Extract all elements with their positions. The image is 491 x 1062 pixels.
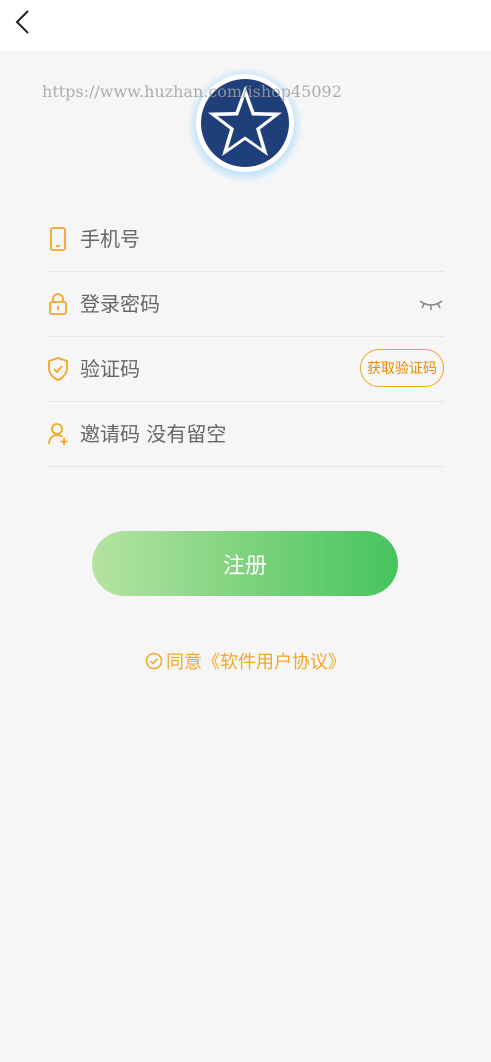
back-button[interactable] xyxy=(8,6,40,38)
agreement-text[interactable]: 同意《软件用户协议》 xyxy=(166,648,346,674)
get-code-button[interactable]: 获取验证码 xyxy=(360,349,444,387)
password-row xyxy=(46,272,444,337)
phone-icon xyxy=(50,227,66,251)
verification-code-input[interactable] xyxy=(80,349,310,389)
chevron-left-icon xyxy=(15,10,29,34)
phone-row xyxy=(46,207,444,272)
invite-code-input[interactable] xyxy=(80,414,380,454)
phone-input[interactable] xyxy=(80,219,380,259)
check-circle-icon[interactable] xyxy=(145,652,163,670)
lock-icon xyxy=(49,293,67,315)
watermark-text: https://www.huzhan.com/ishop45092 xyxy=(42,82,342,101)
agreement-toggle[interactable]: 同意《软件用户协议》 xyxy=(145,648,346,674)
password-input[interactable] xyxy=(80,284,380,324)
eye-closed-icon[interactable] xyxy=(418,296,444,312)
top-bar xyxy=(0,0,491,50)
register-button[interactable]: 注册 xyxy=(92,531,398,596)
agreement-area: 同意《软件用户协议》 xyxy=(0,648,491,675)
shield-check-icon xyxy=(48,357,68,381)
user-add-icon xyxy=(48,423,68,445)
verification-row: 获取验证码 xyxy=(46,337,444,402)
invite-row xyxy=(46,402,444,467)
